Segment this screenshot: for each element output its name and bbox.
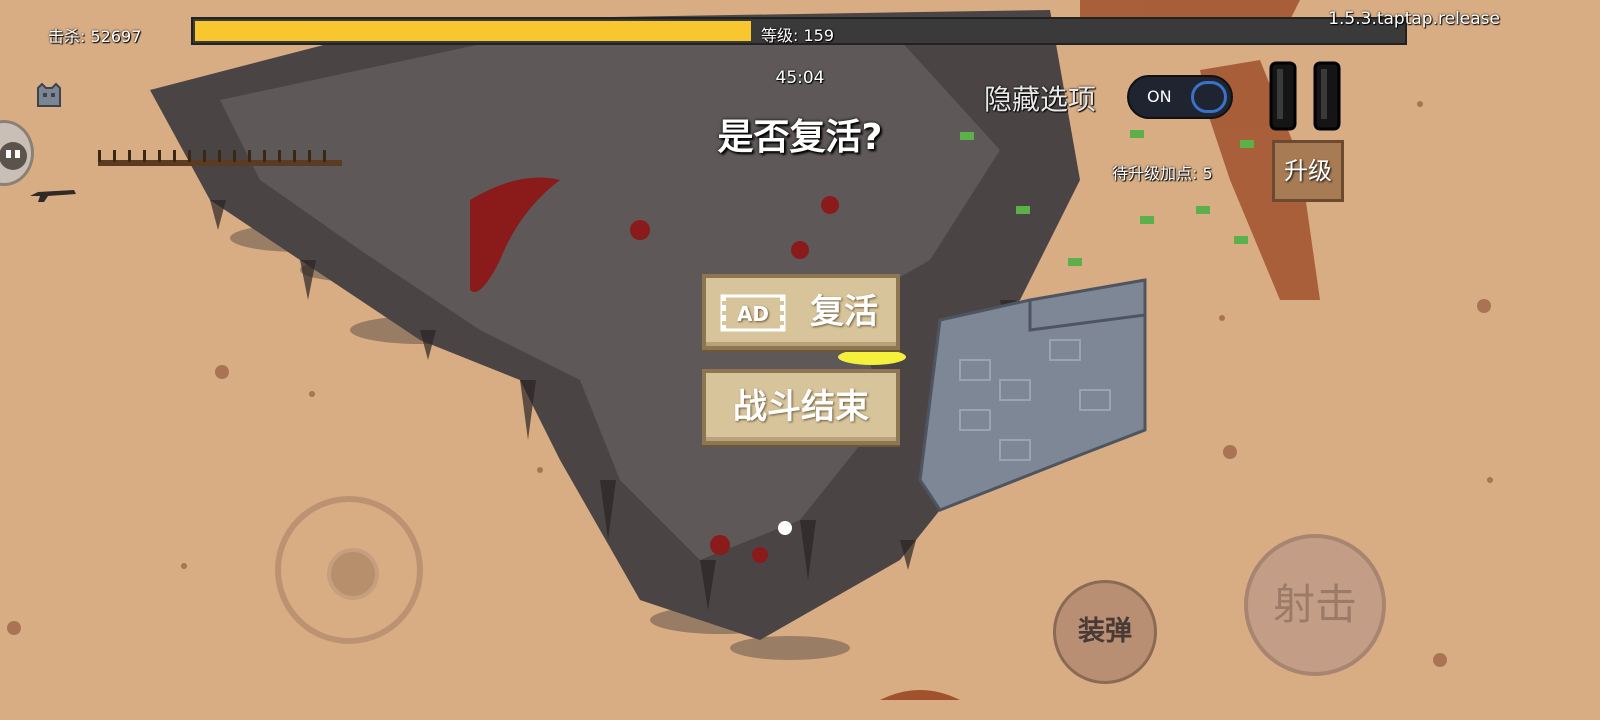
kill-counter: 击杀: 52697 (48, 27, 142, 46)
shoot-button[interactable]: 射击 (1244, 534, 1386, 676)
gear-icon[interactable] (34, 80, 64, 110)
version-label: 1.5.3.taptap.release (1328, 9, 1500, 29)
revive-ad-button[interactable]: AD 复活 (702, 274, 900, 350)
ad-badge-text: AD (737, 302, 769, 326)
toggle-state-label: ON (1147, 87, 1172, 106)
end-battle-button[interactable]: 战斗结束 (702, 369, 900, 445)
pending-upgrade-points: 待升级加点: 5 (1112, 164, 1213, 183)
revive-label: 复活 (810, 292, 878, 332)
xp-bar-fill (195, 21, 751, 41)
level-label: 等级: 159 (761, 26, 835, 45)
weapon-icon (30, 190, 76, 202)
game-timer: 45:04 (775, 68, 825, 88)
joystick-thumb[interactable] (327, 548, 379, 600)
ad-video-icon: AD (720, 294, 786, 332)
reload-button[interactable]: 装弹 (1053, 580, 1157, 684)
movement-joystick[interactable] (275, 496, 423, 644)
revive-prompt-title: 是否复活? (717, 117, 883, 158)
